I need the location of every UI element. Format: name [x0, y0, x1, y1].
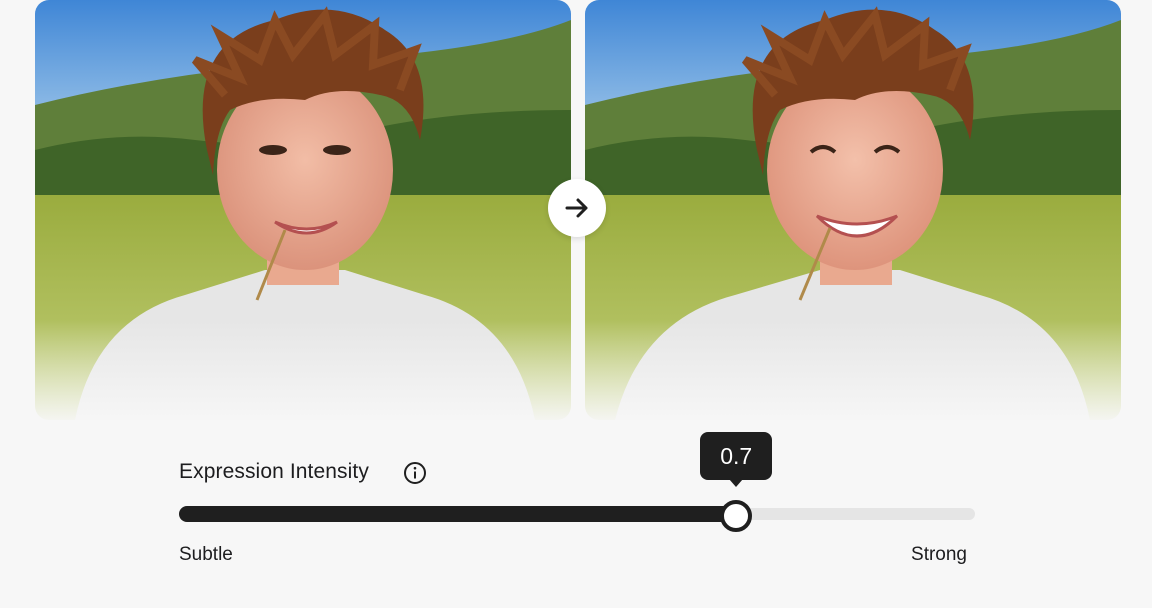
slider-fill — [179, 506, 737, 522]
info-icon[interactable] — [403, 461, 427, 485]
arrow-right-icon — [565, 198, 588, 218]
portrait-image-before — [35, 0, 571, 420]
photo-before — [35, 0, 571, 420]
slider-label: Expression Intensity — [179, 460, 369, 483]
value-tooltip: 0.7 — [700, 432, 773, 487]
slider-min-label: Subtle — [179, 544, 233, 565]
compare-arrow-button[interactable] — [548, 179, 606, 237]
photo-after — [585, 0, 1121, 420]
slider-thumb[interactable] — [720, 500, 753, 532]
slider-max-label: Strong — [911, 544, 967, 565]
portrait-image-after — [585, 0, 1121, 420]
intensity-slider-control: Expression Intensity 0.7 Subtle Strong — [179, 430, 979, 580]
